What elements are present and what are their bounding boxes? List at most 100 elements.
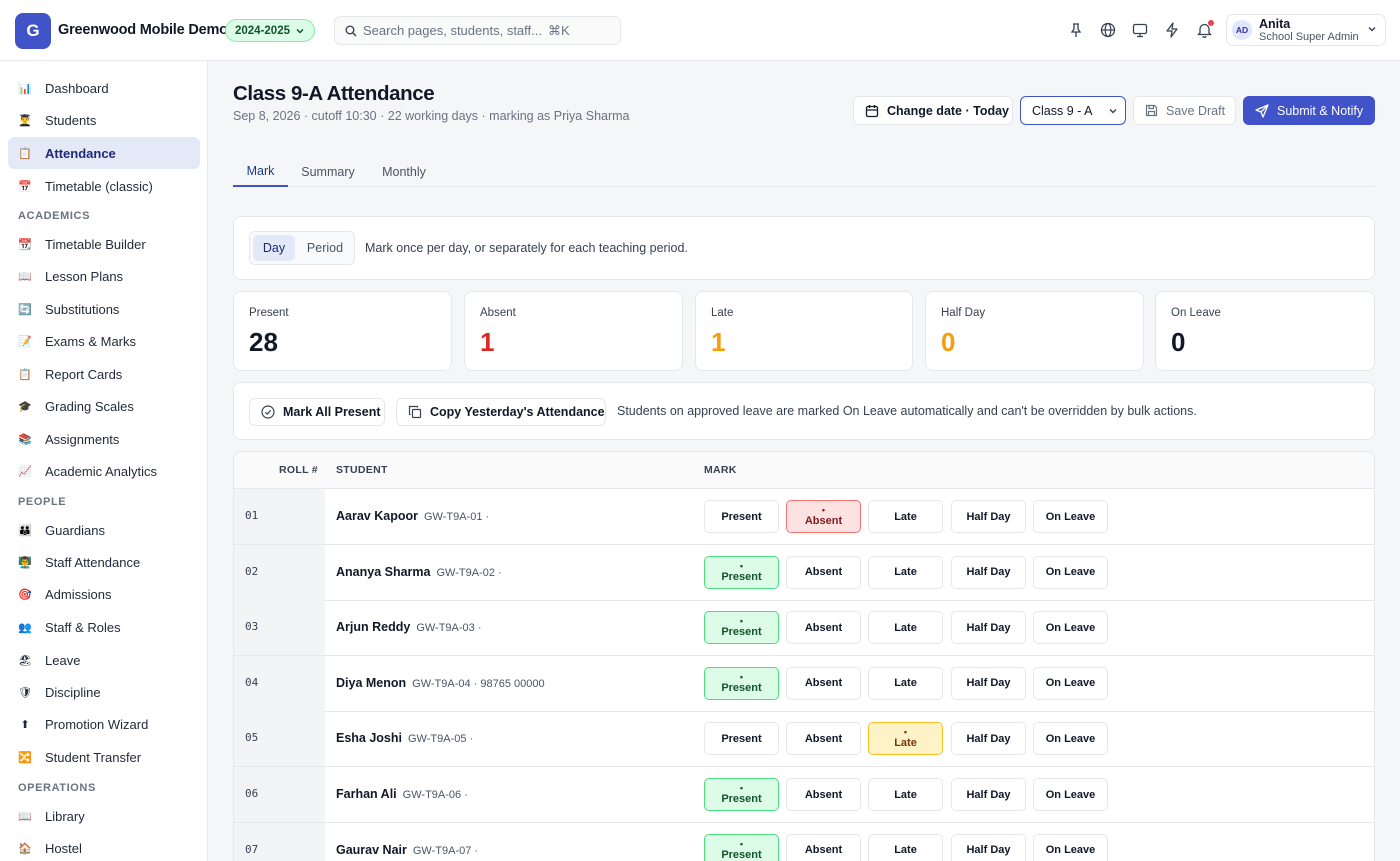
sidebar-item-admissions[interactable]: 🎯 Admissions (8, 578, 200, 610)
mark-absent-button[interactable]: Absent (786, 833, 861, 861)
mark-late-button[interactable]: Late (868, 611, 943, 645)
mark-label: Late (894, 621, 917, 634)
mark-half-day-button[interactable]: Half Day (951, 778, 1026, 811)
sidebar-item-exams-marks[interactable]: 📝 Exams & Marks (8, 325, 200, 357)
pin-icon[interactable] (1066, 20, 1086, 40)
mark-present-button[interactable]: Present (704, 500, 779, 533)
sidebar-item-student-transfer[interactable]: 🔀 Student Transfer (8, 741, 200, 773)
student-cell: Farhan Ali GW-T9A-06 · (336, 787, 468, 801)
mark-label: Absent (804, 515, 843, 527)
mode-day-button[interactable]: Day (253, 235, 295, 261)
mark-label: Present (721, 626, 762, 639)
stat-label: Absent (480, 307, 516, 319)
mark-half-day-button[interactable]: Half Day (951, 722, 1026, 756)
copy-yesterday-button[interactable]: Copy Yesterday's Attendance (396, 398, 606, 426)
tab-summary[interactable]: Summary (299, 157, 357, 187)
bulk-actions-card: Mark All Present Copy Yesterday's Attend… (233, 382, 1375, 440)
globe-icon[interactable] (1098, 20, 1118, 40)
mark-half-day-button[interactable]: Half Day (951, 555, 1026, 589)
sidebar-item-students[interactable]: 👨‍🎓 Students (8, 104, 200, 136)
mark-absent-button[interactable]: Absent (786, 555, 861, 589)
mark-all-present-button[interactable]: Mark All Present (249, 398, 385, 426)
sidebar-item-library[interactable]: 📖 Library (8, 800, 200, 832)
sidebar-item-timetable-classic[interactable]: 📅 Timetable (classic) (8, 170, 200, 202)
mark-absent-button[interactable]: Absent (786, 778, 861, 811)
tab-bar: Mark Summary Monthly (233, 157, 1375, 187)
selected-dot: • (739, 838, 744, 849)
mark-absent-button[interactable]: Absent (786, 722, 861, 756)
stat-card-on-leave: On Leave 0 (1155, 291, 1375, 371)
sidebar-item-report-cards[interactable]: 📋 Report Cards (8, 358, 200, 390)
stat-value: 1 (480, 327, 495, 357)
mark-present-button[interactable]: • Present (704, 666, 779, 700)
mode-period-button[interactable]: Period (298, 235, 352, 261)
mark-late-button[interactable]: Late (868, 500, 943, 533)
sidebar-section-people: PEOPLE (18, 496, 67, 508)
sidebar-item-hostel[interactable]: 🏠 Hostel (8, 832, 200, 861)
mark-present-button[interactable]: • Present (704, 555, 779, 589)
mark-absent-button[interactable]: • Absent (786, 500, 861, 533)
student-name: Arjun Reddy (336, 620, 411, 635)
student-cell: Ananya Sharma GW-T9A-02 · (336, 565, 502, 579)
mark-present-button[interactable]: • Present (704, 833, 779, 861)
app-logo[interactable]: G (15, 13, 51, 49)
mark-half-day-button[interactable]: Half Day (951, 500, 1026, 533)
global-search[interactable]: Search pages, students, staff... ⌘K (334, 16, 621, 45)
mark-late-button[interactable]: Late (868, 555, 943, 589)
mark-present-button[interactable]: Present (704, 722, 779, 756)
sidebar-item-guardians[interactable]: 👪 Guardians (8, 514, 200, 546)
change-date-button[interactable]: Change date · Today (853, 96, 1013, 125)
mark-late-button[interactable]: Late (868, 833, 943, 861)
submit-notify-button[interactable]: Submit & Notify (1243, 96, 1375, 125)
save-draft-button[interactable]: Save Draft (1133, 96, 1236, 125)
sidebar-item-leave[interactable]: 🏖 Leave (8, 644, 200, 676)
column-header-mark: MARK (704, 464, 737, 476)
sidebar-item-staff-roles[interactable]: 👥 Staff & Roles (8, 611, 200, 643)
mark-label: Absent (804, 732, 843, 745)
sidebar-item-staff-attendance[interactable]: 👨‍🏫 Staff Attendance (8, 546, 200, 578)
bell-icon[interactable] (1194, 20, 1214, 40)
sidebar-section-academics: ACADEMICS (18, 210, 91, 222)
search-placeholder: Search pages, students, staff... (363, 23, 542, 38)
academic-year-selector[interactable]: 2024-2025 (225, 19, 315, 42)
sidebar-item-discipline[interactable]: 🛡 Discipline (8, 676, 200, 708)
clipboard-icon: 📋 (18, 368, 32, 381)
mark-half-day-button[interactable]: Half Day (951, 833, 1026, 861)
mark-half-day-button[interactable]: Half Day (951, 611, 1026, 645)
sidebar-item-substitutions[interactable]: 🔄 Substitutions (8, 293, 200, 325)
class-select[interactable]: Class 9 - A (1020, 96, 1126, 125)
sidebar-item-dashboard[interactable]: 📊 Dashboard (8, 72, 200, 104)
sidebar-item-assignments[interactable]: 📚 Assignments (8, 423, 200, 455)
tab-monthly[interactable]: Monthly (378, 157, 430, 187)
mark-on-leave-button[interactable]: On Leave (1033, 722, 1108, 756)
stat-label: Late (711, 307, 734, 319)
mark-late-button[interactable]: Late (868, 778, 943, 811)
user-menu[interactable]: AD Anita School Super Admin (1226, 14, 1386, 46)
mark-on-leave-button[interactable]: On Leave (1033, 778, 1108, 811)
mark-label: Late (894, 566, 917, 579)
sidebar-item-grading-scales[interactable]: 🎓 Grading Scales (8, 390, 200, 422)
mark-half-day-button[interactable]: Half Day (951, 666, 1026, 700)
sidebar-item-academic-analytics[interactable]: 📈 Academic Analytics (8, 455, 200, 487)
mark-absent-button[interactable]: Absent (786, 611, 861, 645)
mark-late-button[interactable]: • Late (868, 722, 943, 756)
mark-on-leave-button[interactable]: On Leave (1033, 666, 1108, 700)
sidebar-item-attendance[interactable]: 📋 Attendance (8, 137, 200, 169)
mark-absent-button[interactable]: Absent (786, 666, 861, 700)
mark-on-leave-button[interactable]: On Leave (1033, 555, 1108, 589)
mark-on-leave-button[interactable]: On Leave (1033, 500, 1108, 533)
sidebar-item-promotion-wizard[interactable]: ⬆ Promotion Wizard (8, 708, 200, 740)
sidebar-item-lesson-plans[interactable]: 📖 Lesson Plans (8, 260, 200, 292)
mark-on-leave-button[interactable]: On Leave (1033, 833, 1108, 861)
monitor-icon[interactable] (1130, 20, 1150, 40)
mark-present-button[interactable]: • Present (704, 611, 779, 645)
mark-present-button[interactable]: • Present (704, 778, 779, 811)
tab-mark[interactable]: Mark (233, 157, 288, 187)
mark-on-leave-button[interactable]: On Leave (1033, 611, 1108, 645)
sidebar-item-label: Report Cards (45, 366, 123, 382)
mark-late-button[interactable]: Late (868, 666, 943, 700)
lightning-icon[interactable] (1162, 20, 1182, 40)
sidebar-item-label: Admissions (45, 586, 112, 602)
stat-value: 0 (941, 327, 956, 357)
sidebar-item-timetable-builder[interactable]: 📆 Timetable Builder (8, 228, 200, 260)
